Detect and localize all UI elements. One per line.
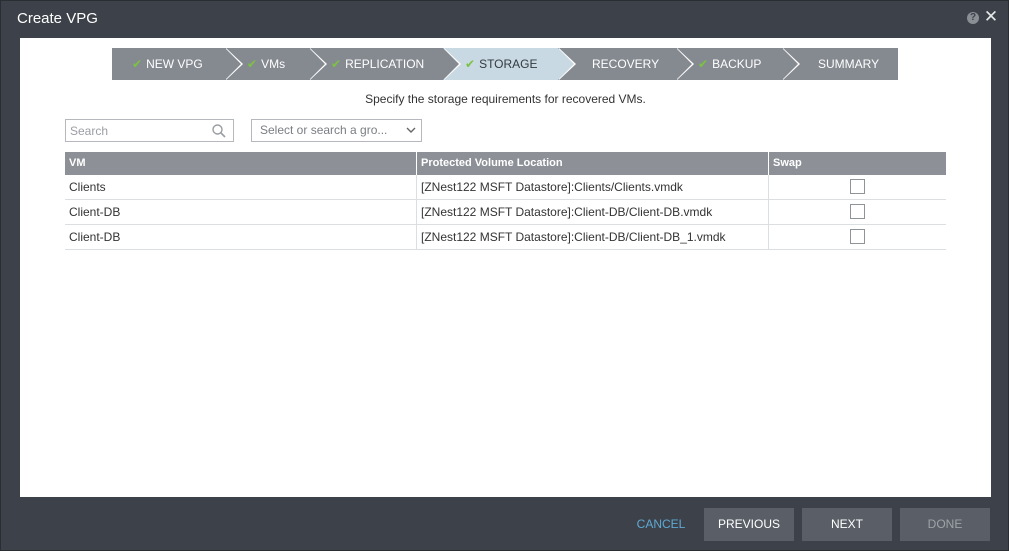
swap-checkbox[interactable] bbox=[850, 229, 865, 244]
table-row[interactable]: Client-DB [ZNest122 MSFT Datastore]:Clie… bbox=[65, 200, 946, 225]
previous-button[interactable]: PREVIOUS bbox=[704, 508, 794, 541]
step-label: SUMMARY bbox=[818, 57, 880, 71]
close-icon[interactable]: ✕ bbox=[983, 8, 999, 26]
swap-checkbox[interactable] bbox=[850, 179, 865, 194]
chevron-down-icon bbox=[406, 127, 416, 133]
search-input[interactable] bbox=[66, 120, 210, 141]
check-icon: ✔ bbox=[465, 57, 476, 71]
table-row[interactable]: Client-DB [ZNest122 MSFT Datastore]:Clie… bbox=[65, 225, 946, 250]
cancel-button[interactable]: CANCEL bbox=[625, 508, 697, 541]
step-label: VMs bbox=[261, 57, 286, 71]
vm-name: Clients bbox=[69, 180, 106, 194]
dialog-title: Create VPG bbox=[17, 10, 98, 27]
step-label: REPLICATION bbox=[345, 57, 425, 71]
table-row[interactable]: Clients [ZNest122 MSFT Datastore]:Client… bbox=[65, 175, 946, 200]
title-bar: Create VPG ? ✕ bbox=[1, 1, 1008, 37]
done-button[interactable]: DONE bbox=[900, 508, 990, 541]
content-panel: ✔NEW VPG ✔VMs ✔REPLICATION ✔STORAGE bbox=[20, 38, 991, 497]
swap-checkbox[interactable] bbox=[850, 204, 865, 219]
volume-location: [ZNest122 MSFT Datastore]:Client-DB/Clie… bbox=[416, 225, 768, 249]
column-header-location[interactable]: Protected Volume Location bbox=[416, 152, 768, 175]
volume-location: [ZNest122 MSFT Datastore]:Client-DB/Clie… bbox=[416, 200, 768, 224]
group-select-value: Select or search a gro... bbox=[260, 123, 388, 137]
step-label: RECOVERY bbox=[592, 57, 660, 71]
wizard-steps: ✔NEW VPG ✔VMs ✔REPLICATION ✔STORAGE bbox=[112, 48, 898, 80]
next-button[interactable]: NEXT bbox=[802, 508, 892, 541]
create-vpg-dialog: Create VPG ? ✕ ✔ NEW VPG ✔ VMs ✔ REPLICATIO… bbox=[0, 0, 1009, 551]
volume-location: [ZNest122 MSFT Datastore]:Clients/Client… bbox=[416, 175, 768, 199]
check-icon: ✔ bbox=[698, 57, 709, 71]
column-header-swap[interactable]: Swap bbox=[768, 152, 946, 175]
check-icon: ✔ bbox=[132, 57, 143, 71]
search-icon[interactable] bbox=[211, 123, 227, 139]
step-replication[interactable]: ✔ REPLICATION bbox=[309, 48, 461, 80]
step-label: STORAGE bbox=[479, 57, 538, 71]
page-subtitle: Specify the storage requirements for rec… bbox=[365, 92, 646, 106]
search-field[interactable] bbox=[65, 119, 234, 142]
vm-name: Client-DB bbox=[69, 205, 121, 219]
step-label: NEW VPG bbox=[146, 57, 203, 71]
step-label: BACKUP bbox=[712, 57, 762, 71]
check-icon: ✔ bbox=[247, 57, 258, 71]
table-header: VM Protected Volume Location Swap bbox=[65, 152, 946, 175]
check-icon: ✔ bbox=[331, 57, 342, 71]
column-header-vm[interactable]: VM bbox=[65, 152, 416, 175]
group-select[interactable]: Select or search a gro... bbox=[251, 119, 422, 142]
help-icon[interactable]: ? bbox=[967, 12, 979, 24]
step-new-vpg[interactable]: ✔ NEW VPG bbox=[112, 48, 243, 80]
vm-name: Client-DB bbox=[69, 230, 121, 244]
